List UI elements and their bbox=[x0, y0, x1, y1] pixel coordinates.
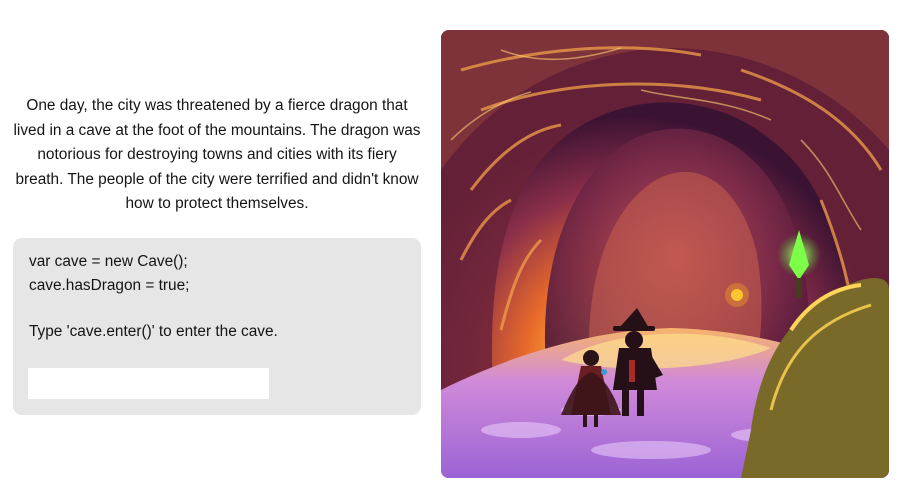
console-prompt: Type 'cave.enter()' to enter the cave. bbox=[29, 323, 278, 340]
code-line-has-dragon: cave.hasDragon = true; bbox=[29, 277, 190, 294]
story-text: One day, the city was threatened by a fi… bbox=[13, 97, 421, 213]
code-line-cave: var cave = new Cave(); bbox=[29, 253, 188, 270]
code-console: var cave = new Cave(); cave.hasDragon = … bbox=[13, 238, 421, 415]
cave-illustration bbox=[441, 30, 889, 478]
command-input[interactable] bbox=[28, 368, 269, 399]
